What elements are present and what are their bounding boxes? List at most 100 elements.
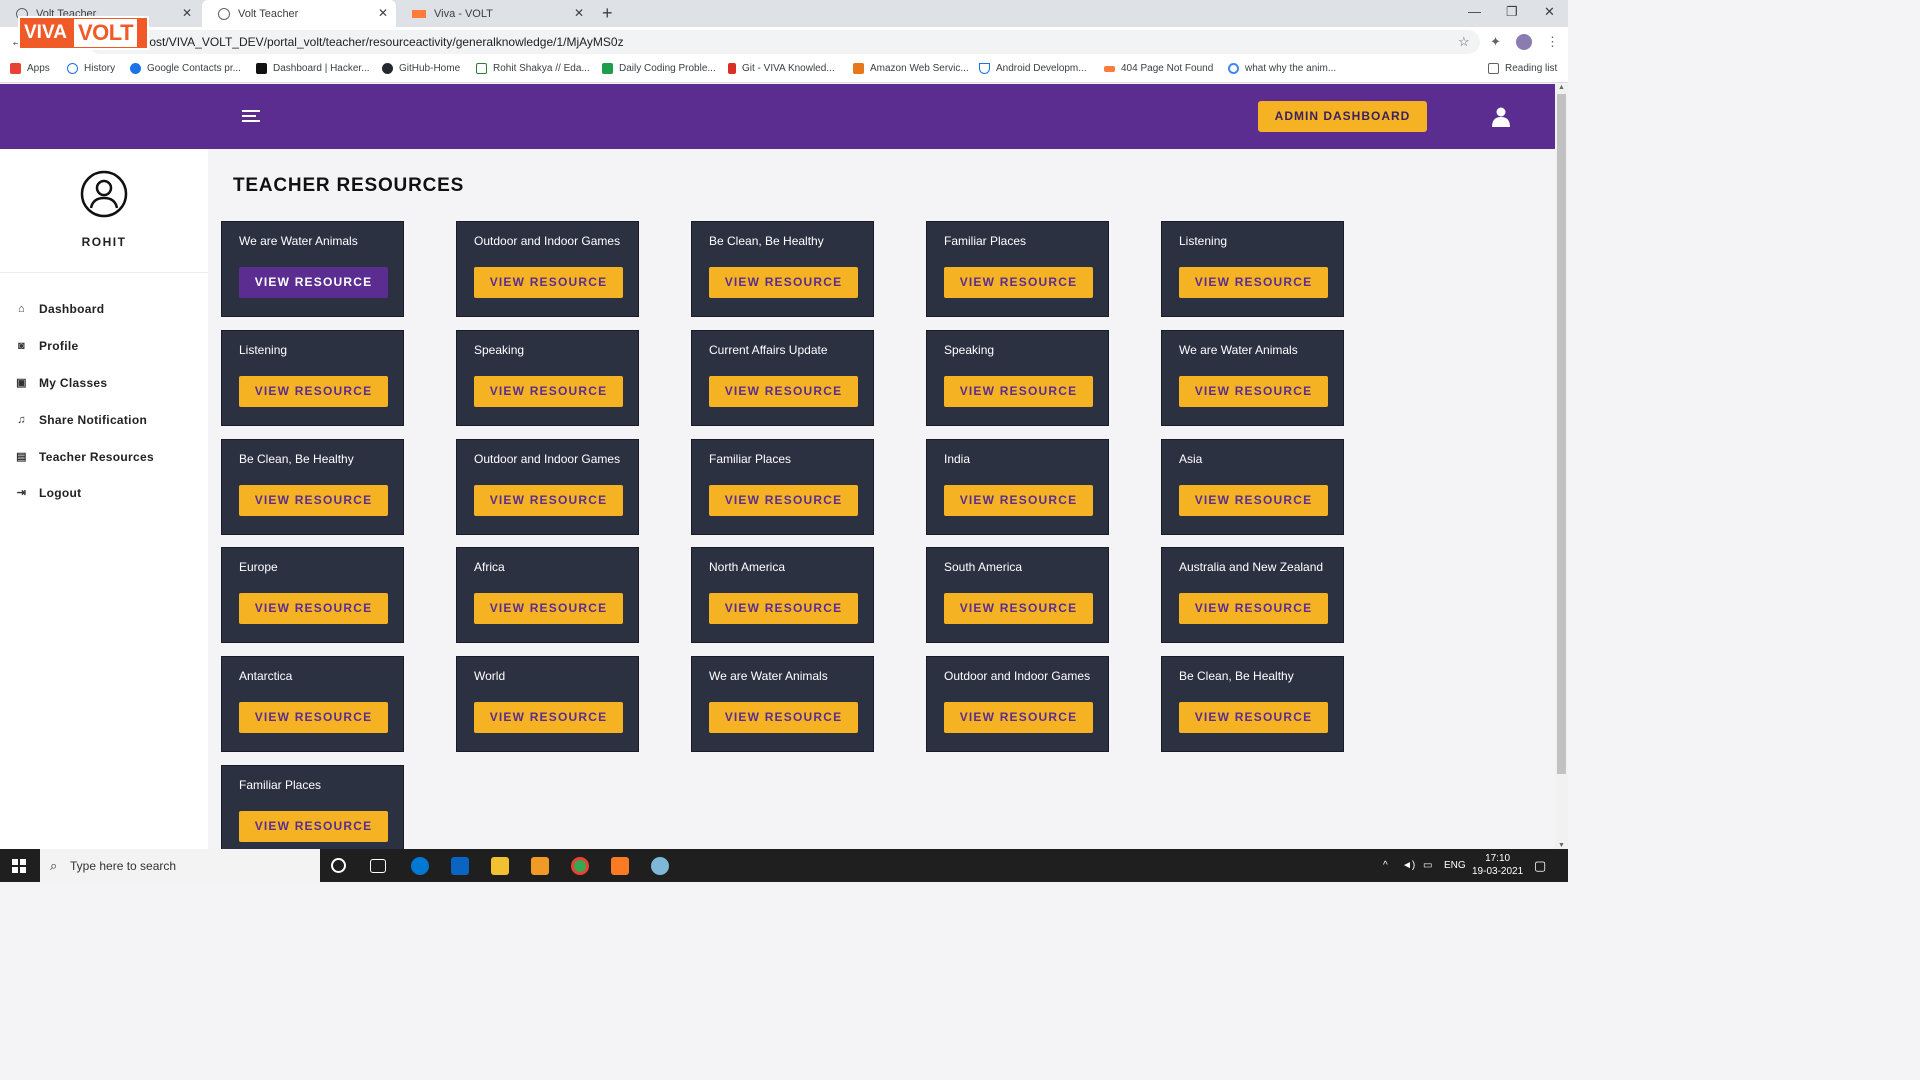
- view-resource-button[interactable]: VIEW RESOURCE: [474, 267, 623, 298]
- sidebar-item-logout[interactable]: ⇥ Logout: [16, 486, 81, 500]
- document-icon: ▤: [16, 450, 27, 463]
- admin-dashboard-button[interactable]: ADMIN DASHBOARD: [1258, 101, 1427, 132]
- extensions-icon[interactable]: ✦: [1490, 34, 1501, 50]
- close-icon[interactable]: ✕: [574, 6, 584, 20]
- address-bar[interactable]: i localhost/VIVA_VOLT_DEV/portal_volt/te…: [88, 30, 1480, 54]
- taskbar-search-input[interactable]: ⌕ Type here to search: [40, 849, 320, 882]
- profile-name: ROHIT: [81, 235, 127, 249]
- reading-list-icon: [1488, 63, 1499, 74]
- view-resource-button[interactable]: VIEW RESOURCE: [709, 376, 858, 407]
- bookmark-google-contacts[interactable]: Google Contacts pr...: [130, 63, 241, 74]
- resource-card: Listening VIEW RESOURCE: [221, 330, 404, 426]
- clock-time: 17:10: [1485, 853, 1511, 864]
- hackerrank-icon: [256, 63, 267, 74]
- resource-title: Familiar Places: [944, 234, 1027, 248]
- bookmark-daily-coding[interactable]: Daily Coding Proble...: [602, 63, 716, 74]
- file-explorer-icon[interactable]: [491, 857, 509, 875]
- sidebar-item-my-classes[interactable]: ▣ My Classes: [16, 376, 107, 390]
- view-resource-button[interactable]: VIEW RESOURCE: [709, 485, 858, 516]
- view-resource-button[interactable]: VIEW RESOURCE: [1179, 702, 1328, 733]
- task-view-icon[interactable]: [370, 859, 386, 873]
- bookmark-github[interactable]: GitHub-Home: [382, 63, 460, 74]
- sidebar-item-share-notification[interactable]: ♫ Share Notification: [16, 413, 147, 427]
- network-icon[interactable]: ▭: [1423, 860, 1432, 871]
- profile-avatar-icon[interactable]: [80, 170, 128, 218]
- view-resource-button[interactable]: VIEW RESOURCE: [239, 485, 388, 516]
- mail-icon[interactable]: [451, 857, 469, 875]
- view-resource-button[interactable]: VIEW RESOURCE: [474, 593, 623, 624]
- reading-list[interactable]: Reading list: [1488, 63, 1557, 74]
- view-resource-button[interactable]: VIEW RESOURCE: [474, 702, 623, 733]
- bookmark-star-icon[interactable]: ☆: [1458, 34, 1470, 50]
- scroll-down-icon[interactable]: ▼: [1558, 842, 1565, 849]
- bookmark-hackerrank[interactable]: Dashboard | Hacker...: [256, 63, 370, 74]
- hamburger-menu-icon[interactable]: [242, 110, 260, 125]
- close-window-icon[interactable]: ✕: [1544, 4, 1555, 20]
- sidebar-item-label: Share Notification: [39, 413, 148, 427]
- view-resource-button[interactable]: VIEW RESOURCE: [944, 376, 1093, 407]
- view-resource-button[interactable]: VIEW RESOURCE: [944, 485, 1093, 516]
- skype-icon[interactable]: [411, 857, 429, 875]
- resource-card: Europe VIEW RESOURCE: [221, 547, 404, 643]
- minimize-icon[interactable]: —: [1468, 4, 1481, 19]
- chrome-icon[interactable]: [571, 857, 589, 875]
- sidebar-item-dashboard[interactable]: ⌂ Dashboard: [16, 302, 104, 316]
- notification-center-icon[interactable]: ▢: [1534, 858, 1546, 874]
- home-icon: ⌂: [18, 302, 25, 315]
- view-resource-button[interactable]: VIEW RESOURCE: [1179, 267, 1328, 298]
- user-icon[interactable]: [1492, 107, 1510, 127]
- scroll-up-icon[interactable]: ▲: [1558, 84, 1565, 91]
- xampp-icon[interactable]: [611, 857, 629, 875]
- view-resource-button[interactable]: VIEW RESOURCE: [239, 702, 388, 733]
- sidebar-item-teacher-resources[interactable]: ▤ Teacher Resources: [16, 450, 154, 464]
- view-resource-button[interactable]: VIEW RESOURCE: [239, 811, 388, 842]
- restore-icon[interactable]: ❐: [1506, 4, 1518, 20]
- android-dev-icon: [979, 63, 990, 74]
- browser-tab[interactable]: Viva - VOLT ✕: [396, 0, 592, 27]
- tray-chevron-icon[interactable]: ^: [1383, 860, 1388, 871]
- resource-card: India VIEW RESOURCE: [926, 439, 1109, 535]
- bookmark-aws[interactable]: Amazon Web Servic...: [853, 63, 969, 74]
- browser-tab-active[interactable]: Volt Teacher ✕: [202, 0, 396, 27]
- scrollbar-thumb[interactable]: [1557, 94, 1566, 774]
- bookmark-404[interactable]: 404 Page Not Found: [1104, 63, 1213, 74]
- windows-start-icon[interactable]: [12, 859, 26, 873]
- close-icon[interactable]: ✕: [378, 6, 388, 20]
- view-resource-button[interactable]: VIEW RESOURCE: [944, 267, 1093, 298]
- page-scrollbar[interactable]: ▲ ▼: [1555, 84, 1568, 849]
- view-resource-button[interactable]: VIEW RESOURCE: [1179, 593, 1328, 624]
- bookmark-google-search[interactable]: what why the anim...: [1228, 63, 1336, 74]
- view-resource-button[interactable]: VIEW RESOURCE: [1179, 485, 1328, 516]
- view-resource-button[interactable]: VIEW RESOURCE: [944, 702, 1093, 733]
- view-resource-button[interactable]: VIEW RESOURCE: [239, 593, 388, 624]
- resource-card: Familiar Places VIEW RESOURCE: [691, 439, 874, 535]
- bookmark-android[interactable]: Android Developm...: [979, 63, 1087, 74]
- system-clock[interactable]: 17:10 19-03-2021: [1472, 852, 1523, 878]
- language-indicator[interactable]: ENG: [1444, 860, 1466, 871]
- bookmark-git-viva[interactable]: Git - VIVA Knowled...: [728, 63, 835, 74]
- sidebar-item-profile[interactable]: ◙ Profile: [16, 339, 78, 353]
- app-icon[interactable]: [651, 857, 669, 875]
- chrome-profile-avatar[interactable]: [1516, 34, 1532, 50]
- view-resource-button[interactable]: VIEW RESOURCE: [1179, 376, 1328, 407]
- new-tab-icon[interactable]: +: [602, 3, 613, 24]
- view-resource-button[interactable]: VIEW RESOURCE: [239, 376, 388, 407]
- view-resource-button[interactable]: VIEW RESOURCE: [474, 485, 623, 516]
- browser-toolbar: ← → ↻ i localhost/VIVA_VOLT_DEV/portal_v…: [0, 27, 1568, 57]
- volume-icon[interactable]: ◄): [1402, 860, 1415, 871]
- history-icon: [67, 63, 78, 74]
- view-resource-button[interactable]: VIEW RESOURCE: [944, 593, 1093, 624]
- viva-volt-logo[interactable]: VIVA VOLT: [18, 16, 149, 50]
- bookmark-apps[interactable]: Apps: [10, 63, 50, 74]
- view-resource-button[interactable]: VIEW RESOURCE: [709, 267, 858, 298]
- close-icon[interactable]: ✕: [182, 6, 192, 20]
- sublime-text-icon[interactable]: [531, 857, 549, 875]
- view-resource-button[interactable]: VIEW RESOURCE: [709, 702, 858, 733]
- view-resource-button[interactable]: VIEW RESOURCE: [239, 267, 388, 298]
- cortana-icon[interactable]: [331, 858, 346, 873]
- bookmark-history[interactable]: History: [67, 63, 115, 74]
- menu-icon[interactable]: ⋮: [1546, 34, 1559, 50]
- bookmark-edabit[interactable]: Rohit Shakya // Eda...: [476, 63, 590, 74]
- view-resource-button[interactable]: VIEW RESOURCE: [709, 593, 858, 624]
- view-resource-button[interactable]: VIEW RESOURCE: [474, 376, 623, 407]
